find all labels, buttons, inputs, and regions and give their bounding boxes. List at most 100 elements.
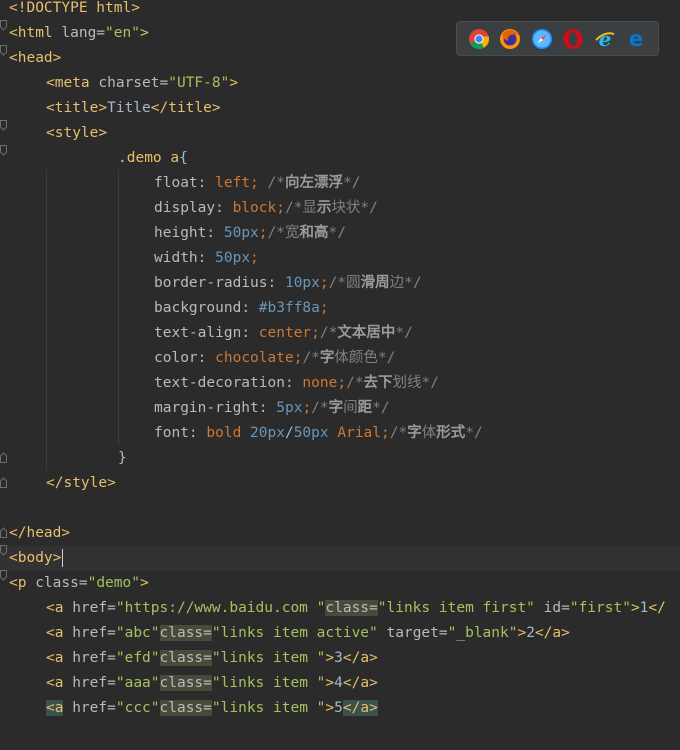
body-open-tag: <body> — [9, 550, 62, 566]
comment: */ — [465, 425, 483, 441]
fold-marker-rule[interactable] — [0, 145, 7, 156]
code-line-15: color: chocolate;/*字体颜色*/ — [0, 346, 680, 371]
code-line-23: <body> — [0, 546, 680, 571]
comment: 字 — [319, 350, 335, 366]
code-line-1: <!DOCTYPE html> — [0, 0, 680, 21]
css-property: float — [154, 175, 198, 191]
css-number: 50px — [293, 425, 329, 441]
link-text: 3 — [334, 650, 343, 666]
css-property: height — [154, 225, 207, 241]
code-line-10: height: 50px;/*宽和高*/ — [0, 221, 680, 246]
code-line-16: text-decoration: none;/*去下划线*/ — [0, 371, 680, 396]
attr-href: href= — [72, 675, 116, 691]
css-property: color — [154, 350, 198, 366]
comment: 划线*/ — [392, 375, 440, 391]
colon: : — [267, 275, 285, 291]
fold-marker-head[interactable] — [0, 45, 7, 56]
edge-icon[interactable]: e — [625, 28, 647, 50]
code-line-12: border-radius: 10px;/*圆滑周边*/ — [0, 271, 680, 296]
code-line-27: <a href="efd"class="links item ">3</a> — [0, 646, 680, 671]
opera-icon[interactable] — [562, 28, 584, 50]
comment: 去下 — [363, 375, 393, 391]
fold-marker-html[interactable] — [0, 20, 7, 31]
code-line-19: } — [0, 446, 680, 471]
fold-end-head[interactable] — [0, 527, 7, 538]
a-open-tag: <a — [46, 600, 73, 616]
semicolon: ; — [258, 225, 268, 241]
comment: 滑周 — [360, 275, 390, 291]
css-number: 20px — [250, 425, 285, 441]
colon: : — [258, 400, 277, 416]
css-value: left — [215, 175, 251, 191]
title-text: Title — [107, 100, 151, 116]
css-value: block — [232, 200, 277, 216]
a-close-tag: </a> — [534, 625, 570, 641]
code-line-26: <a href="abc"class="links item active" t… — [0, 621, 680, 646]
ie-icon[interactable]: e — [594, 28, 616, 50]
attr-value: "efd" — [115, 650, 160, 666]
semicolon: ; — [250, 250, 259, 266]
safari-icon[interactable] — [531, 28, 553, 50]
semicolon: ; — [319, 300, 329, 316]
semicolon: ; — [311, 325, 320, 341]
attr-href: href= — [72, 600, 116, 616]
a-close-tag: </a> — [342, 700, 378, 716]
css-number: 50px — [223, 225, 259, 241]
attr-value: "links item " — [211, 650, 326, 666]
attr-charset: charset= — [98, 75, 169, 91]
firefox-icon[interactable] — [499, 28, 521, 50]
chrome-icon[interactable] — [468, 28, 490, 50]
colon: : — [284, 375, 303, 391]
colon: : — [197, 250, 216, 266]
colon: : — [206, 225, 224, 241]
comment: 字 — [328, 400, 344, 416]
a-open-tag: <a — [46, 650, 73, 666]
attr-href: href= — [72, 625, 116, 641]
code-line-8: float: left; /*向左漂浮*/ — [0, 171, 680, 196]
tag-close: > — [325, 700, 335, 716]
comment: */ — [372, 400, 390, 416]
css-property: text-align — [154, 325, 242, 341]
fold-end-rule[interactable] — [0, 452, 7, 463]
text-caret — [62, 549, 64, 567]
css-color-value: #b3ff8a — [258, 300, 320, 316]
colon: : — [197, 175, 216, 191]
comment: /*显 — [284, 200, 317, 216]
meta-open-tag: <meta — [46, 75, 99, 91]
code-editor[interactable]: <!DOCTYPE html> <html lang="en"> <head> … — [0, 0, 680, 750]
title-open-tag: <title> — [46, 100, 108, 116]
attr-value: "links item " — [211, 675, 326, 691]
attr-id: id= — [534, 600, 570, 616]
fold-marker-p[interactable] — [0, 570, 7, 581]
code-line-11: width: 50px; — [0, 246, 680, 271]
fold-marker-style[interactable] — [0, 120, 7, 131]
code-line-7: .demo a{ — [0, 146, 680, 171]
code-line-14: text-align: center;/*文本居中*/ — [0, 321, 680, 346]
code-line-4: <meta charset="UTF-8"> — [0, 71, 680, 96]
comment: 示 — [316, 200, 332, 216]
a-close-tag: </ — [648, 600, 666, 616]
attr-value: "_blank" — [447, 625, 518, 641]
css-selector: .demo a — [118, 150, 180, 166]
attr-class: class= — [159, 700, 212, 716]
fold-end-style[interactable] — [0, 477, 7, 488]
attr-value: "UTF-8" — [168, 75, 230, 91]
attr-href: href= — [72, 700, 116, 716]
attr-class: class= — [159, 675, 212, 691]
close-brace: } — [118, 450, 127, 466]
attr-value: "links item " — [211, 700, 326, 716]
comment: 间 — [343, 400, 358, 416]
attr-value: "links item active" — [211, 625, 378, 641]
css-value: none — [302, 375, 338, 391]
open-brace: { — [179, 150, 188, 166]
comment: 体颜色*/ — [334, 350, 396, 366]
code-line-18: font: bold 20px/50px Arial;/*字体形式*/ — [0, 421, 680, 446]
comment: */ — [395, 325, 413, 341]
css-property: background — [154, 300, 242, 316]
svg-text:e: e — [598, 28, 611, 50]
comment: 文本居中 — [337, 325, 396, 341]
fold-marker-body[interactable] — [0, 545, 7, 556]
css-property: font — [154, 425, 189, 441]
code-line-6: <style> — [0, 121, 680, 146]
